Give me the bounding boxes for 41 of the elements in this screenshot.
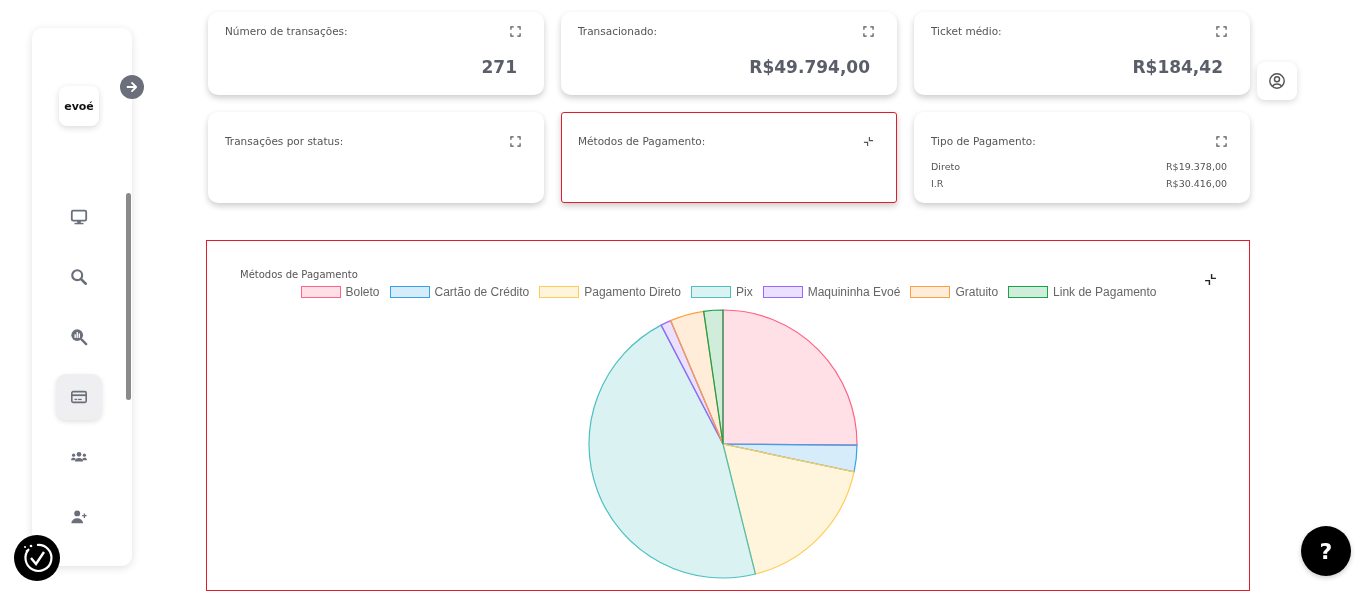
legend-label: Boleto <box>345 285 380 299</box>
add-user-icon <box>70 508 88 526</box>
card-title: Métodos de Pagamento: <box>578 135 706 147</box>
collapse-icon[interactable] <box>1204 273 1217 286</box>
stat-value: R$184,42 <box>1131 57 1224 77</box>
card-title: Transações por status: <box>225 135 344 147</box>
logo[interactable]: evoé <box>59 86 99 126</box>
stat-value: 271 <box>480 57 518 77</box>
collapse-icon[interactable] <box>863 135 874 147</box>
search-icon <box>70 268 88 286</box>
expand-icon[interactable] <box>510 25 521 37</box>
stat-value: R$49.794,00 <box>748 57 871 77</box>
legend-label: Maquininha Evoé <box>807 285 901 299</box>
chart-search-icon <box>70 328 88 346</box>
row-value: R$19.378,00 <box>1166 161 1227 172</box>
row-label: I.R <box>931 178 944 189</box>
legend-label: Gratuito <box>955 285 999 299</box>
card-title: Ticket médio: <box>931 25 1002 37</box>
row-value: R$30.416,00 <box>1166 178 1227 189</box>
legend-label: Pix <box>736 285 753 299</box>
legend-label: Link de Pagamento <box>1053 285 1157 299</box>
expand-icon[interactable] <box>510 135 521 147</box>
nav-item[interactable] <box>56 374 102 420</box>
user-icon <box>1268 72 1286 90</box>
expand-icon[interactable] <box>1216 25 1227 37</box>
expand-icon[interactable] <box>863 25 874 37</box>
profile-button[interactable] <box>1257 62 1297 100</box>
row-label: Direto <box>931 161 961 172</box>
chart-title: Métodos de Pagamento <box>240 269 358 280</box>
expand-icon[interactable] <box>1216 135 1227 147</box>
legend-label: Cartão de Crédito <box>434 285 530 299</box>
credit-card-icon <box>70 388 88 406</box>
help-button[interactable]: ? <box>1301 526 1351 576</box>
accessibility-badge[interactable] <box>14 535 60 581</box>
scrollbar[interactable] <box>126 193 131 400</box>
monitor-icon <box>70 208 88 226</box>
card-title: Transacionado: <box>578 25 657 37</box>
card-title: Número de transações: <box>225 25 348 37</box>
legend-label: Pagamento Direto <box>584 285 681 299</box>
expand-sidebar-button[interactable] <box>120 75 144 99</box>
card-title: Tipo de Pagamento: <box>931 135 1036 147</box>
